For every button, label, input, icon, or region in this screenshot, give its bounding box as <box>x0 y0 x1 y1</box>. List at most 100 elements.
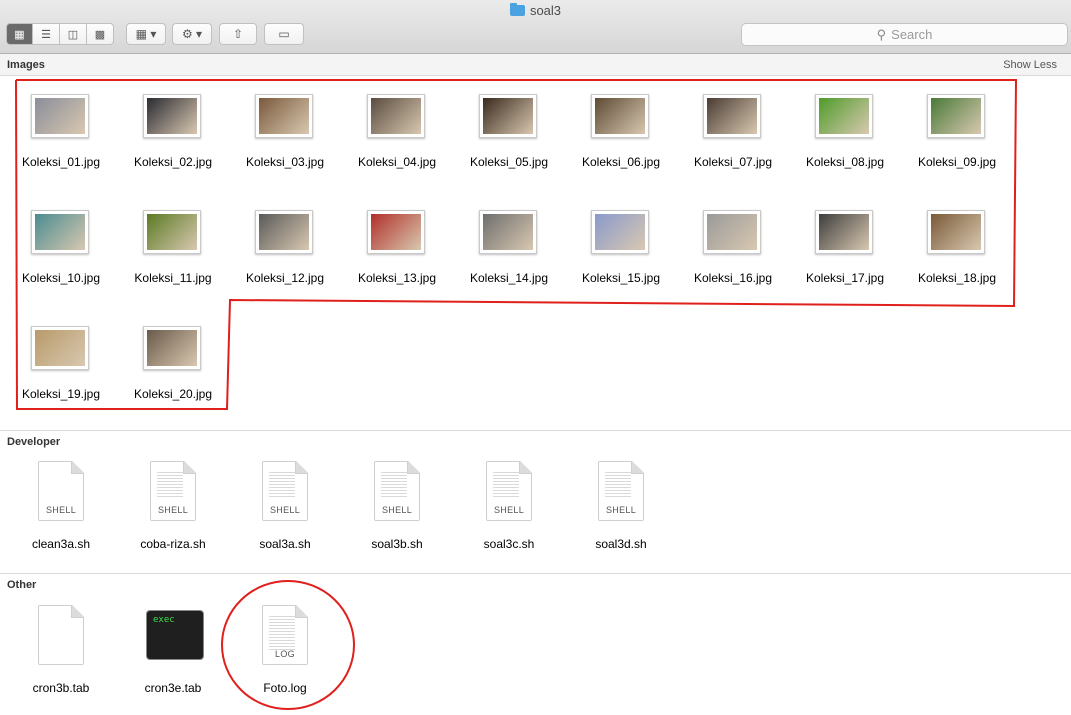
section-title-other: Other <box>7 579 37 591</box>
file-name-label: Koleksi_03.jpg <box>245 155 325 169</box>
column-view-button[interactable]: ◫ <box>60 23 87 45</box>
image-file-item[interactable]: Koleksi_20.jpg <box>117 326 229 436</box>
image-thumbnail <box>143 210 201 254</box>
search-placeholder: Search <box>891 27 933 42</box>
image-file-item[interactable]: Koleksi_11.jpg <box>117 210 229 320</box>
cover-flow-view-button[interactable]: ▩ <box>87 23 114 45</box>
image-thumbnail <box>255 94 313 138</box>
image-thumbnail <box>31 210 89 254</box>
file-type-tag: SHELL <box>157 505 189 515</box>
file-name-label: clean3a.sh <box>31 537 91 551</box>
image-file-item[interactable]: Koleksi_14.jpg <box>453 210 565 320</box>
file-name-label: Koleksi_18.jpg <box>917 271 997 285</box>
shell-document-icon: SHELL <box>374 461 420 521</box>
list-view-button[interactable]: ☰ <box>33 23 60 45</box>
image-thumbnail <box>591 94 649 138</box>
image-file-item[interactable]: Koleksi_03.jpg <box>229 94 341 204</box>
file-name-label: Koleksi_11.jpg <box>134 271 212 285</box>
share-icon: ⇧ <box>232 27 244 41</box>
file-name-label: Koleksi_04.jpg <box>357 155 437 169</box>
search-icon: ⚲ <box>876 26 887 42</box>
image-thumbnail <box>815 94 873 138</box>
image-file-item[interactable]: Koleksi_09.jpg <box>901 94 1013 204</box>
window-title-text: soal3 <box>529 3 562 18</box>
image-file-item[interactable]: Koleksi_07.jpg <box>677 94 789 204</box>
file-name-label: Koleksi_20.jpg <box>133 387 213 401</box>
tag-icon: ▭ <box>278 27 290 41</box>
image-thumbnail <box>255 210 313 254</box>
window-toolbar: soal3 ▦ ☰ ◫ ▩ ▦ ▾ ⚙ ▾ ⇧ ▭ ⚲ Search <box>0 0 1071 54</box>
image-file-item[interactable]: Koleksi_08.jpg <box>789 94 901 204</box>
file-name-label: Koleksi_15.jpg <box>581 271 661 285</box>
image-file-item[interactable]: Koleksi_12.jpg <box>229 210 341 320</box>
arrange-button[interactable]: ▦ ▾ <box>126 23 166 45</box>
file-name-label: cron3b.tab <box>32 681 90 695</box>
image-file-item[interactable]: Koleksi_15.jpg <box>565 210 677 320</box>
file-name-label: Koleksi_02.jpg <box>133 155 213 169</box>
file-type-tag: SHELL <box>381 505 413 515</box>
shell-script-item[interactable]: SHELL coba-riza.sh <box>117 461 229 571</box>
section-title-images: Images <box>7 59 45 71</box>
file-name-label: Koleksi_10.jpg <box>21 271 101 285</box>
image-thumbnail <box>143 326 201 370</box>
shell-script-item[interactable]: SHELL soal3c.sh <box>453 461 565 571</box>
other-file-item[interactable]: LOG Foto.log <box>229 605 341 715</box>
other-file-item[interactable]: cron3b.tab <box>5 605 117 715</box>
shell-document-icon: SHELL <box>598 461 644 521</box>
image-file-item[interactable]: Koleksi_01.jpg <box>5 94 117 204</box>
file-name-label: Koleksi_05.jpg <box>469 155 549 169</box>
image-file-item[interactable]: Koleksi_17.jpg <box>789 210 901 320</box>
search-field[interactable]: ⚲ Search <box>741 23 1068 46</box>
shell-script-item[interactable]: SHELL soal3a.sh <box>229 461 341 571</box>
show-less-button[interactable]: Show Less <box>1003 54 1057 76</box>
shell-script-item[interactable]: SHELL soal3b.sh <box>341 461 453 571</box>
file-name-label: soal3c.sh <box>483 537 535 551</box>
file-name-label: Koleksi_17.jpg <box>805 271 885 285</box>
tag-button[interactable]: ▭ <box>264 23 304 45</box>
image-file-item[interactable]: Koleksi_10.jpg <box>5 210 117 320</box>
file-name-label: Koleksi_06.jpg <box>581 155 661 169</box>
image-file-item[interactable]: Koleksi_02.jpg <box>117 94 229 204</box>
image-file-item[interactable]: Koleksi_05.jpg <box>453 94 565 204</box>
file-name-label: Koleksi_14.jpg <box>469 271 549 285</box>
image-file-item[interactable]: Koleksi_04.jpg <box>341 94 453 204</box>
view-switcher: ▦ ☰ ◫ ▩ <box>6 23 114 45</box>
image-thumbnail <box>479 94 537 138</box>
log-document-icon: LOG <box>262 605 308 665</box>
file-name-label: Koleksi_16.jpg <box>693 271 773 285</box>
file-name-label: coba-riza.sh <box>140 537 206 551</box>
image-file-item[interactable]: Koleksi_16.jpg <box>677 210 789 320</box>
other-file-item[interactable]: exec cron3e.tab <box>117 605 229 715</box>
image-thumbnail <box>31 326 89 370</box>
section-title-developer: Developer <box>7 436 61 448</box>
section-header-other: Other <box>0 573 1071 595</box>
icon-view-button[interactable]: ▦ <box>6 23 33 45</box>
image-thumbnail <box>703 210 761 254</box>
file-name-label: soal3b.sh <box>371 537 423 551</box>
shell-document-icon: SHELL <box>262 461 308 521</box>
file-type-tag: SHELL <box>269 505 301 515</box>
image-file-item[interactable]: Koleksi_06.jpg <box>565 94 677 204</box>
file-name-label: Koleksi_08.jpg <box>805 155 885 169</box>
exec-terminal-icon: exec <box>147 611 203 659</box>
file-name-label: soal3a.sh <box>259 537 311 551</box>
blank-document-icon <box>38 605 84 665</box>
shell-script-item[interactable]: SHELL soal3d.sh <box>565 461 677 571</box>
section-header-images: Images Show Less <box>0 54 1071 76</box>
shell-document-icon: SHELL <box>486 461 532 521</box>
shell-script-item[interactable]: SHELL clean3a.sh <box>5 461 117 571</box>
image-thumbnail <box>367 210 425 254</box>
image-file-item[interactable]: Koleksi_13.jpg <box>341 210 453 320</box>
file-type-tag: LOG <box>275 649 295 659</box>
image-file-item[interactable]: Koleksi_18.jpg <box>901 210 1013 320</box>
arrange-icon: ▦ ▾ <box>135 27 157 41</box>
shell-document-icon: SHELL <box>38 461 84 521</box>
image-thumbnail <box>591 210 649 254</box>
file-name-label: Koleksi_13.jpg <box>357 271 437 285</box>
gear-icon: ⚙ ▾ <box>181 27 203 41</box>
share-button[interactable]: ⇧ <box>219 23 257 45</box>
image-file-item[interactable]: Koleksi_19.jpg <box>5 326 117 436</box>
file-name-label: soal3d.sh <box>595 537 647 551</box>
image-thumbnail <box>479 210 537 254</box>
action-button[interactable]: ⚙ ▾ <box>172 23 212 45</box>
